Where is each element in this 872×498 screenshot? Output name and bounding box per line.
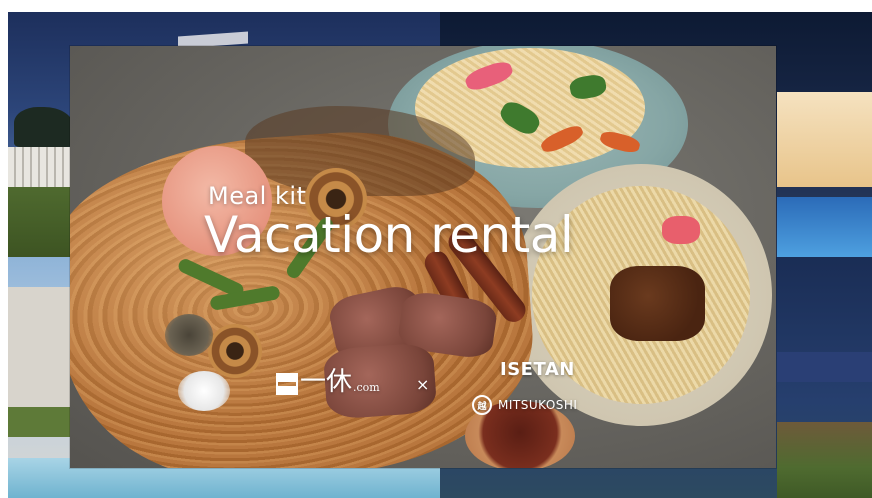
ikyu-logo: 一休 .com [276,369,380,395]
white-fence [8,147,78,187]
ikyu-mark-icon [276,373,298,395]
grilled-onion [208,324,262,378]
pool [777,197,872,257]
meal-kit-banner[interactable]: Meal kit Vacation rental 一休 .com × ISETA… [70,46,776,468]
mitsukoshi-wordmark: MITSUKOSHI [498,398,578,412]
tree-silhouette [14,107,74,147]
banner-headline: Vacation rental [204,206,574,264]
blue-roof [777,352,872,382]
isetan-logo: ISETAN [500,359,575,380]
mitsukoshi-logo: 越 MITSUKOSHI [472,395,577,415]
ikyu-wordmark: 一休 [300,367,353,397]
mitsukoshi-crest-icon: 越 [472,395,492,415]
salt-pile [178,371,230,411]
promo-collage: Meal kit Vacation rental 一休 .com × ISETA… [0,0,872,498]
braised-pork-rib [610,266,705,341]
ikyu-suffix: .com [353,381,380,394]
wooden-deck [777,422,872,498]
concrete-wall [8,287,72,407]
black-pepper-pile [165,314,213,356]
pickled-ginger [662,216,700,244]
grass-strip [8,407,72,437]
collaboration-separator: × [416,375,430,394]
lit-bedroom [777,92,872,187]
